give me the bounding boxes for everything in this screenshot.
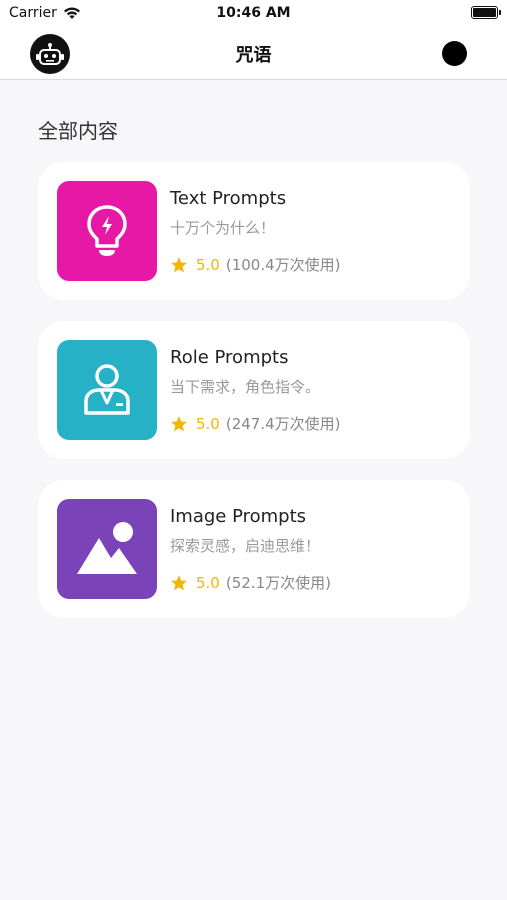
rating-value: 5.0 (196, 573, 220, 592)
status-bar: Carrier 10:46 AM (0, 0, 507, 28)
card-title: Role Prompts (170, 347, 289, 368)
section-title: 全部内容 (38, 119, 118, 143)
rating-value: 5.0 (196, 255, 220, 274)
card-title: Image Prompts (170, 506, 307, 527)
star-icon (171, 415, 187, 431)
prompt-card-text[interactable]: Text Prompts 十万个为什么！ 5.0 (100.4万次使用) (38, 162, 470, 300)
prompt-card-role[interactable]: Role Prompts 当下需求，角色指令。 5.0 (247.4万次使用) (38, 321, 470, 459)
star-icon (171, 256, 187, 272)
card-subtitle: 十万个为什么！ (170, 219, 276, 237)
card-icon-tile (57, 340, 157, 440)
card-title: Text Prompts (170, 188, 287, 209)
status-time: 10:46 AM (216, 5, 291, 21)
image-icon (77, 522, 137, 574)
nav-bar: 咒语 (0, 28, 507, 80)
usage-count: (52.1万次使用) (225, 574, 331, 592)
star-icon (171, 574, 187, 590)
person-icon (84, 364, 130, 415)
card-icon-tile (57, 181, 157, 281)
card-rating: 5.0 (100.4万次使用) (170, 254, 341, 275)
lightbulb-icon (87, 205, 127, 256)
card-rating: 5.0 (52.1万次使用) (170, 572, 331, 593)
prompt-card-image[interactable]: Image Prompts 探索灵感，启迪思维！ 5.0 (52.1万次使用) (38, 480, 470, 618)
card-subtitle: 当下需求，角色指令。 (170, 378, 321, 396)
record-button[interactable] (427, 28, 481, 78)
usage-count: (247.4万次使用) (225, 415, 341, 433)
usage-count: (100.4万次使用) (225, 256, 341, 274)
battery-icon (471, 6, 501, 19)
rating-value: 5.0 (196, 414, 220, 433)
card-rating: 5.0 (247.4万次使用) (170, 413, 341, 434)
record-dot-icon (441, 40, 467, 66)
card-icon-tile (57, 499, 157, 599)
card-subtitle: 探索灵感，启迪思维！ (170, 537, 321, 555)
